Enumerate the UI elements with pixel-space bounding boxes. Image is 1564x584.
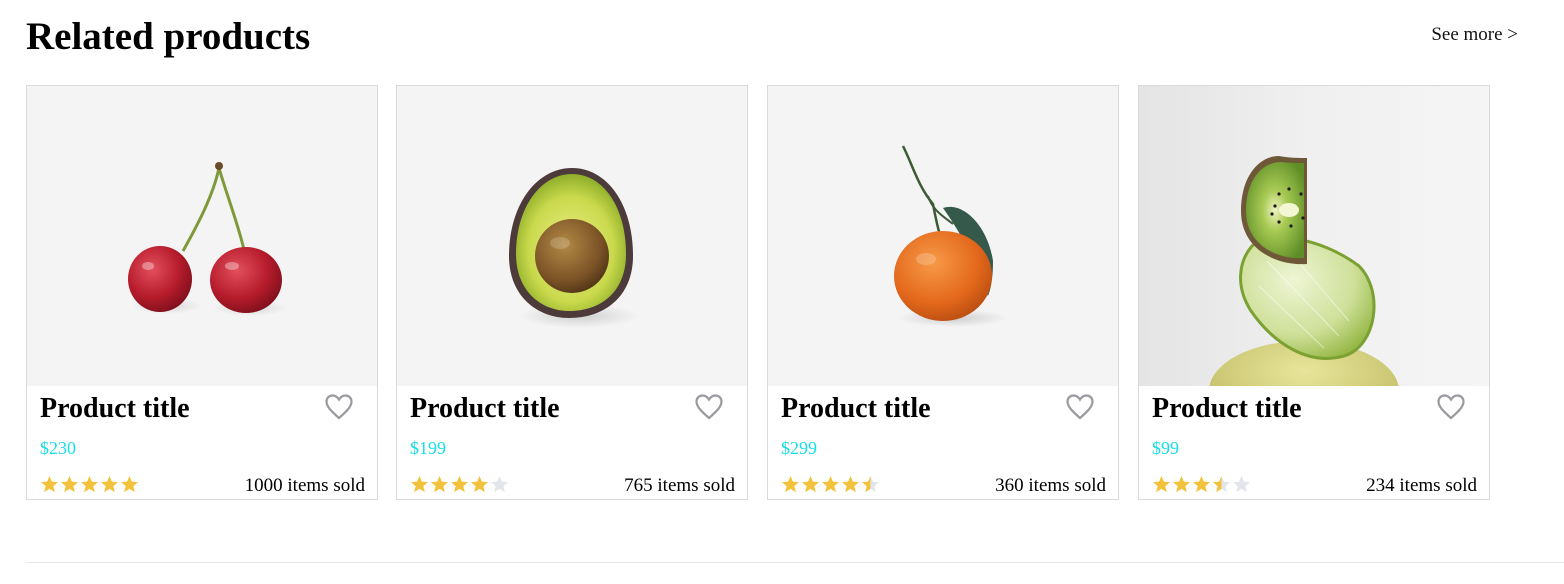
items-sold: 234 items sold (1366, 475, 1477, 496)
star-rating (1152, 475, 1251, 495)
star-half-icon (1212, 475, 1231, 494)
star-filled-icon (821, 475, 840, 494)
heart-outline-icon[interactable] (1437, 394, 1465, 420)
star-filled-icon (1152, 475, 1171, 494)
star-filled-icon (80, 475, 99, 494)
product-card[interactable]: Product title $199 765 items sold (396, 85, 748, 500)
product-image-kiwi-lime[interactable] (1139, 86, 1489, 386)
star-filled-icon (450, 475, 469, 494)
star-filled-icon (410, 475, 429, 494)
section-title: Related products (26, 15, 311, 58)
star-filled-icon (120, 475, 139, 494)
star-empty-icon (490, 475, 509, 494)
product-title[interactable]: Product title (781, 392, 931, 426)
star-empty-icon (1232, 475, 1251, 494)
heart-outline-icon[interactable] (695, 394, 723, 420)
heart-outline-icon[interactable] (325, 394, 353, 420)
section-header: Related products See more > (26, 12, 1518, 62)
product-title[interactable]: Product title (410, 392, 560, 426)
star-filled-icon (1192, 475, 1211, 494)
product-price: $299 (781, 438, 817, 458)
star-filled-icon (470, 475, 489, 494)
items-sold: 360 items sold (995, 475, 1106, 496)
star-filled-icon (100, 475, 119, 494)
product-card[interactable]: Product title $230 1000 items sold (26, 85, 378, 500)
product-price: $199 (410, 438, 446, 458)
section-divider (26, 562, 1564, 563)
product-card[interactable]: Product title $299 360 items sold (767, 85, 1119, 500)
star-filled-icon (841, 475, 860, 494)
star-filled-icon (60, 475, 79, 494)
star-rating (40, 475, 139, 495)
items-sold: 765 items sold (624, 475, 735, 496)
product-card[interactable]: Product title $99 234 items sold (1138, 85, 1490, 500)
see-more-link[interactable]: See more > (1431, 24, 1518, 46)
product-image-cherries[interactable] (27, 86, 377, 386)
heart-outline-icon[interactable] (1066, 394, 1094, 420)
star-filled-icon (430, 475, 449, 494)
product-image-avocado[interactable] (397, 86, 747, 386)
product-price: $99 (1152, 438, 1179, 458)
related-products-page: Related products See more > Product titl… (0, 0, 1564, 584)
star-rating (410, 475, 509, 495)
star-half-icon (861, 475, 880, 494)
product-image-orange[interactable] (768, 86, 1118, 386)
star-filled-icon (1172, 475, 1191, 494)
star-filled-icon (40, 475, 59, 494)
product-title[interactable]: Product title (40, 392, 190, 426)
star-filled-icon (781, 475, 800, 494)
product-price: $230 (40, 438, 76, 458)
star-rating (781, 475, 880, 495)
product-title[interactable]: Product title (1152, 392, 1302, 426)
star-filled-icon (801, 475, 820, 494)
items-sold: 1000 items sold (244, 475, 365, 496)
